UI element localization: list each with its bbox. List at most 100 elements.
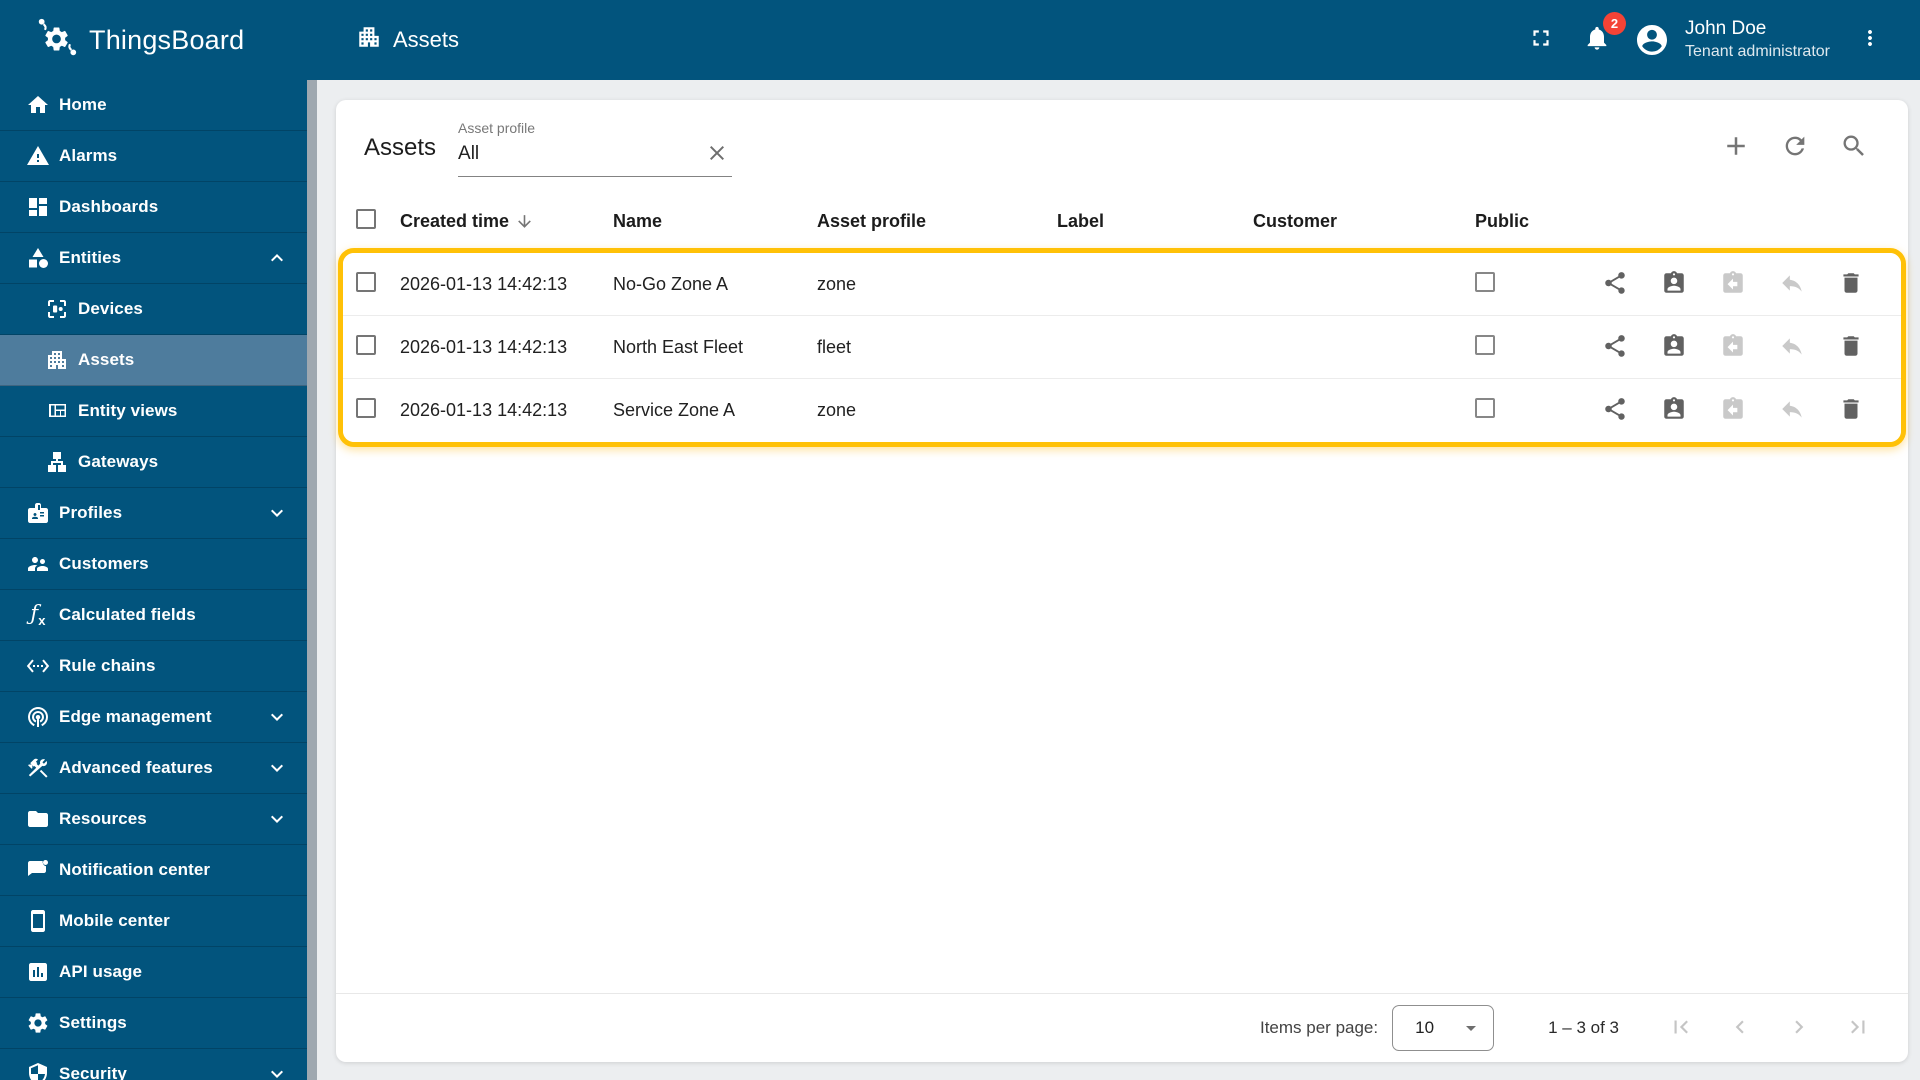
delete-button[interactable] (1832, 264, 1871, 304)
previous-page-button[interactable] (1720, 1008, 1760, 1048)
sidebar-item-notification-center[interactable]: Notification center (0, 845, 307, 896)
sidebar-item-label: Advanced features (59, 758, 213, 777)
share-button[interactable] (1595, 391, 1634, 431)
search-button[interactable] (1834, 128, 1874, 168)
assets-table-card: Assets Asset profile All Created time Na… (336, 100, 1908, 1062)
chevron-down-icon (265, 501, 289, 525)
sidebar-item-label: Alarms (59, 146, 118, 165)
sidebar-item-assets[interactable]: Assets (0, 335, 307, 386)
sidebar-scrollbar-thumb[interactable] (307, 80, 317, 1080)
sidebar-item-settings[interactable]: Settings (0, 998, 307, 1049)
search-icon (1840, 132, 1868, 163)
next-page-button[interactable] (1779, 1008, 1819, 1048)
fullscreen-icon (1528, 25, 1554, 54)
cell-profile: zone (817, 273, 857, 294)
undo-button[interactable] (1773, 327, 1812, 367)
share-button[interactable] (1595, 264, 1634, 304)
sidebar-item-label: Entities (59, 248, 122, 267)
alarms-icon (26, 144, 50, 168)
user-role: Tenant administrator (1685, 42, 1830, 60)
entities-icon (26, 246, 50, 270)
page-range-label: 1 – 3 of 3 (1548, 1018, 1619, 1037)
assign-to-customer-button[interactable] (1654, 264, 1693, 304)
thingsboard-logo-icon (34, 15, 80, 66)
row-checkbox[interactable] (356, 271, 376, 292)
sidebar-item-mobile-center[interactable]: Mobile center (0, 896, 307, 947)
first-page-icon (1668, 1014, 1694, 1043)
close-icon (705, 141, 729, 168)
assign-to-customer-button[interactable] (1654, 391, 1693, 431)
sidebar-item-rule-chains[interactable]: Rule chains (0, 641, 307, 692)
chevron-down-icon (265, 807, 289, 831)
filter-value: All (458, 143, 480, 164)
add-asset-button[interactable] (1716, 128, 1756, 168)
undo-button[interactable] (1773, 391, 1812, 431)
sidebar-item-edge-management[interactable]: Edge management (0, 692, 307, 743)
refresh-button[interactable] (1775, 128, 1815, 168)
column-header-asset-profile[interactable]: Asset profile (817, 211, 1057, 232)
mobile-center-icon (26, 909, 50, 933)
column-header-customer[interactable]: Customer (1253, 211, 1475, 232)
user-name: John Doe (1685, 18, 1767, 40)
sidebar-item-label: Notification center (59, 860, 211, 879)
sidebar-item-gateways[interactable]: Gateways (0, 437, 307, 488)
column-header-public[interactable]: Public (1475, 211, 1595, 232)
sidebar-item-resources[interactable]: Resources (0, 794, 307, 845)
sidebar-item-label: Home (59, 95, 107, 114)
topbar: ThingsBoard Assets 2 John Doe Tenant adm… (0, 0, 1920, 80)
table-row[interactable]: 2026-01-13 14:42:13 North East Fleet fleet (343, 316, 1901, 379)
sidebar-scrollbar[interactable] (307, 80, 317, 1080)
assign-customer-icon (1661, 396, 1687, 425)
sidebar-item-alarms[interactable]: Alarms (0, 131, 307, 182)
sidebar-item-home[interactable]: Home (0, 80, 307, 131)
public-checkbox[interactable] (1475, 398, 1495, 418)
sidebar-item-profiles[interactable]: Profiles (0, 488, 307, 539)
delete-button[interactable] (1832, 391, 1871, 431)
sidebar-item-entity-views[interactable]: Entity views (0, 386, 307, 437)
column-header-name[interactable]: Name (613, 211, 817, 232)
select-all-checkbox[interactable] (356, 209, 376, 229)
edge-management-icon (26, 705, 50, 729)
row-checkbox[interactable] (356, 398, 376, 418)
sidebar-item-advanced-features[interactable]: Advanced features (0, 743, 307, 794)
more-menu-button[interactable] (1856, 20, 1884, 60)
public-checkbox[interactable] (1475, 271, 1495, 292)
table-empty-area (336, 447, 1908, 993)
fullscreen-button[interactable] (1521, 20, 1561, 60)
undo-icon (1779, 333, 1805, 362)
column-header-label[interactable]: Label (1057, 211, 1253, 232)
user-info[interactable]: John Doe Tenant administrator (1685, 17, 1830, 62)
table-row[interactable]: 2026-01-13 14:42:13 No-Go Zone A zone (343, 253, 1901, 316)
row-checkbox[interactable] (356, 334, 376, 355)
unassign-customer-icon (1720, 333, 1746, 362)
sidebar-item-api-usage[interactable]: API usage (0, 947, 307, 998)
sidebar-item-entities[interactable]: Entities (0, 233, 307, 284)
unassign-from-customer-button[interactable] (1713, 327, 1752, 367)
undo-button[interactable] (1773, 264, 1812, 304)
sidebar-item-label: Settings (59, 1013, 127, 1032)
last-page-button[interactable] (1838, 1008, 1878, 1048)
items-per-page-select[interactable]: 10 (1392, 1005, 1495, 1051)
sidebar-item-label: Profiles (59, 503, 123, 522)
sidebar-item-dashboards[interactable]: Dashboards (0, 182, 307, 233)
public-checkbox[interactable] (1475, 334, 1495, 355)
share-button[interactable] (1595, 327, 1634, 367)
sidebar-item-label: Resources (59, 809, 147, 828)
app-logo[interactable]: ThingsBoard (34, 15, 244, 66)
unassign-from-customer-button[interactable] (1713, 391, 1752, 431)
assign-to-customer-button[interactable] (1654, 327, 1693, 367)
table-row[interactable]: 2026-01-13 14:42:13 Service Zone A zone (343, 379, 1901, 442)
avatar[interactable] (1634, 22, 1670, 58)
delete-button[interactable] (1832, 327, 1871, 367)
asset-profile-filter[interactable]: Asset profile All (458, 118, 733, 177)
sidebar-item-security[interactable]: Security (0, 1049, 307, 1080)
unassign-from-customer-button[interactable] (1713, 264, 1752, 304)
column-header-created-time[interactable]: Created time (400, 211, 613, 232)
cell-created: 2026-01-13 14:42:13 (400, 336, 568, 357)
customers-icon (26, 552, 50, 576)
sidebar-item-devices[interactable]: Devices (0, 284, 307, 335)
clear-filter-button[interactable] (702, 139, 732, 169)
sidebar-item-calculated-fields[interactable]: ƒx Calculated fields (0, 590, 307, 641)
sidebar-item-customers[interactable]: Customers (0, 539, 307, 590)
first-page-button[interactable] (1661, 1008, 1701, 1048)
